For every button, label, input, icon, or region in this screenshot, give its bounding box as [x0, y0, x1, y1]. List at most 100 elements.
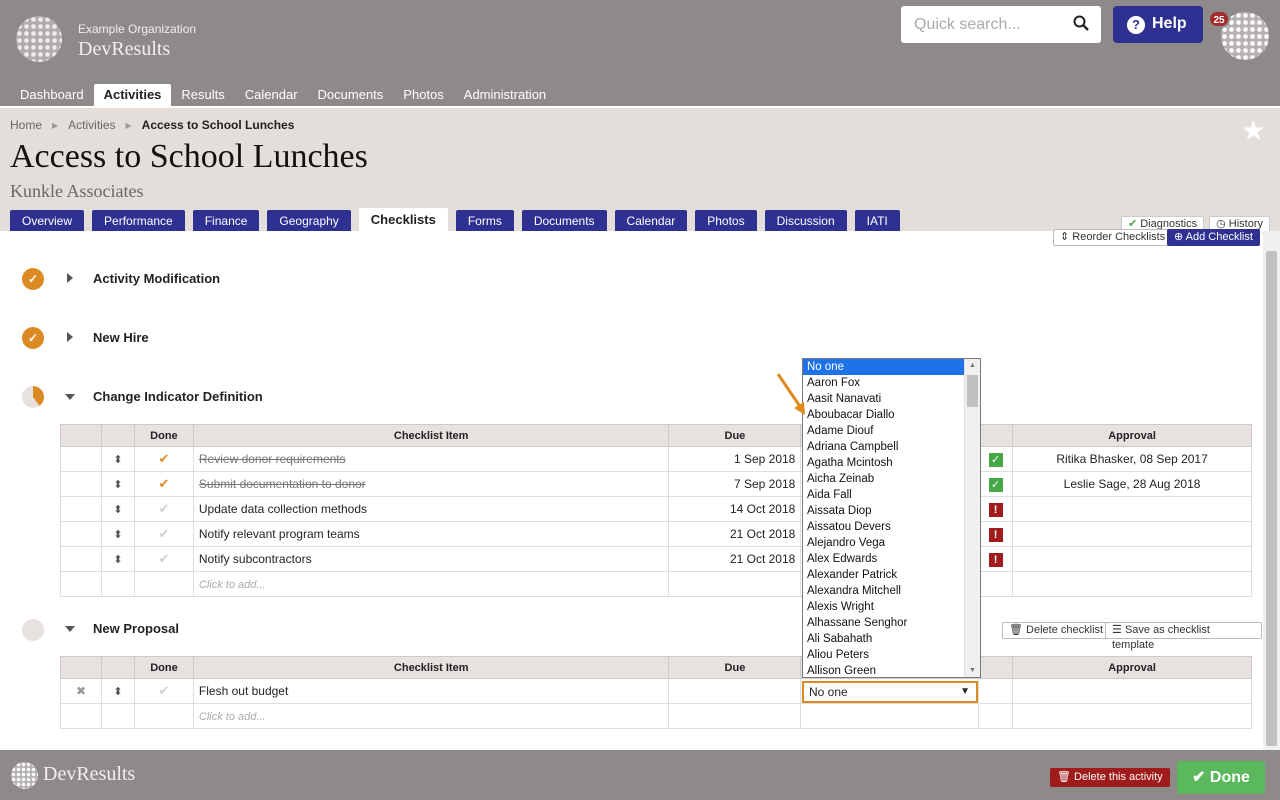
checklist-title[interactable]: New Hire: [93, 330, 149, 345]
checklist-title[interactable]: New Proposal: [93, 621, 179, 636]
tab-calendar[interactable]: Calendar: [614, 210, 688, 233]
not-done-check-icon[interactable]: ✔: [158, 501, 169, 516]
tab-documents[interactable]: Documents: [521, 210, 607, 233]
option-aissata-diop[interactable]: Aissata Diop: [803, 503, 965, 519]
scroll-up-icon[interactable]: ▲: [969, 362, 976, 369]
favorite-star-icon[interactable]: ★: [1241, 114, 1266, 147]
add-checklist-button[interactable]: ⊕ Add Checklist: [1167, 229, 1260, 246]
nav-photos[interactable]: Photos: [393, 84, 453, 106]
drag-handle-icon[interactable]: ⬍: [113, 504, 122, 516]
scroll-down-icon[interactable]: ▼: [969, 667, 976, 674]
breadcrumb-activities[interactable]: Activities: [68, 118, 115, 132]
assignee-dropdown-list[interactable]: No one Aaron Fox Aasit Nanavati Aboubaca…: [802, 358, 981, 678]
tab-performance[interactable]: Performance: [92, 210, 185, 233]
nav-dashboard[interactable]: Dashboard: [10, 84, 94, 106]
item-text[interactable]: Notify relevant program teams: [192, 521, 670, 547]
due-date[interactable]: 21 Oct 2018: [668, 546, 802, 572]
option-ali-sabahath[interactable]: Ali Sabahath: [803, 631, 965, 647]
expand-caret-icon[interactable]: [67, 273, 73, 283]
assignee-select[interactable]: No one ▼: [802, 681, 978, 703]
tab-iati[interactable]: IATI: [854, 210, 900, 233]
tab-discussion[interactable]: Discussion: [764, 210, 847, 233]
drag-handle-icon[interactable]: ⬍: [113, 454, 122, 466]
option-alex-edwards[interactable]: Alex Edwards: [803, 551, 965, 567]
option-alexandra-mitchell[interactable]: Alexandra Mitchell: [803, 583, 965, 599]
not-done-check-icon[interactable]: ✔: [158, 683, 169, 698]
option-aissatou-devers[interactable]: Aissatou Devers: [803, 519, 965, 535]
option-aaron-fox[interactable]: Aaron Fox: [803, 375, 965, 391]
checklist-title[interactable]: Activity Modification: [93, 271, 220, 286]
option-alhassane-senghor[interactable]: Alhassane Senghor: [803, 615, 965, 631]
delete-activity-button[interactable]: 🗑 Delete this activity: [1050, 768, 1170, 787]
option-alexander-patrick[interactable]: Alexander Patrick: [803, 567, 965, 583]
option-alejandro-vega[interactable]: Alejandro Vega: [803, 535, 965, 551]
item-text[interactable]: Flesh out budget: [192, 678, 670, 704]
done-button[interactable]: ✔ Done: [1177, 761, 1265, 794]
search-input[interactable]: Quick search...: [914, 16, 1021, 34]
nav-calendar[interactable]: Calendar: [235, 84, 308, 106]
collapse-caret-icon[interactable]: [65, 626, 75, 632]
tab-photos[interactable]: Photos: [695, 210, 757, 233]
item-text[interactable]: Update data collection methods: [192, 496, 670, 522]
not-done-check-icon[interactable]: ✔: [158, 526, 169, 541]
not-done-check-icon[interactable]: ✔: [158, 551, 169, 566]
item-text[interactable]: Notify subcontractors: [192, 546, 670, 572]
drag-handle-icon[interactable]: ⬍: [113, 529, 122, 541]
option-aicha-zeinab[interactable]: Aicha Zeinab: [803, 471, 965, 487]
tab-finance[interactable]: Finance: [192, 210, 260, 233]
option-adame-diouf[interactable]: Adame Diouf: [803, 423, 965, 439]
drag-handle-icon[interactable]: ⬍: [113, 686, 122, 698]
remove-icon[interactable]: ✖: [76, 684, 86, 698]
search-icon[interactable]: [1073, 15, 1089, 31]
notification-badge[interactable]: 25: [1208, 10, 1230, 28]
option-aasit-nanavati[interactable]: Aasit Nanavati: [803, 391, 965, 407]
collapse-caret-icon[interactable]: [65, 394, 75, 400]
option-aboubacar-diallo[interactable]: Aboubacar Diallo: [803, 407, 965, 423]
checklist-title[interactable]: Change Indicator Definition: [93, 389, 263, 404]
nav-administration[interactable]: Administration: [454, 84, 556, 106]
save-template-button[interactable]: ☰ Save as checklist template: [1105, 622, 1262, 651]
done-check-icon[interactable]: ✔: [158, 476, 169, 491]
option-aida-fall[interactable]: Aida Fall: [803, 487, 965, 503]
delete-checklist-button[interactable]: 🗑 Delete checklist: [1002, 622, 1111, 639]
page-scrollbar[interactable]: [1263, 231, 1280, 750]
col-done: Done: [133, 656, 194, 679]
drag-handle-icon[interactable]: ⬍: [113, 554, 122, 566]
due-date[interactable]: 21 Oct 2018: [668, 521, 802, 547]
due-date[interactable]: [668, 678, 802, 704]
done-check-icon[interactable]: ✔: [158, 451, 169, 466]
breadcrumb-home[interactable]: Home: [10, 118, 42, 132]
due-date[interactable]: 14 Oct 2018: [668, 496, 802, 522]
item-text[interactable]: Submit documentation to donor: [199, 477, 366, 491]
tab-geography[interactable]: Geography: [267, 210, 351, 233]
option-no-one[interactable]: No one: [803, 359, 965, 375]
help-button[interactable]: ? Help: [1113, 6, 1203, 43]
option-adriana-campbell[interactable]: Adriana Campbell: [803, 439, 965, 455]
option-aliou-peters[interactable]: Aliou Peters: [803, 647, 965, 663]
tab-checklists[interactable]: Checklists: [358, 208, 448, 233]
add-item-input[interactable]: Click to add...: [199, 711, 266, 723]
nav-documents[interactable]: Documents: [308, 84, 394, 106]
dropdown-scroll-thumb[interactable]: [967, 375, 978, 407]
item-text[interactable]: Review donor requirements: [199, 452, 346, 466]
reorder-checklists-button[interactable]: ⇕ Reorder Checklists: [1053, 229, 1173, 246]
overdue-warning-icon: !: [988, 527, 1003, 542]
due-date[interactable]: 7 Sep 2018: [668, 471, 802, 497]
option-alexis-wright[interactable]: Alexis Wright: [803, 599, 965, 615]
add-item-input[interactable]: Click to add...: [199, 579, 266, 591]
quick-search[interactable]: Quick search...: [901, 6, 1101, 43]
drag-handle-icon[interactable]: ⬍: [113, 479, 122, 491]
expand-caret-icon[interactable]: [67, 332, 73, 342]
option-agatha-mcintosh[interactable]: Agatha Mcintosh: [803, 455, 965, 471]
dropdown-scrollbar[interactable]: ▲ ▼: [964, 359, 980, 677]
save-template-label: Save as checklist template: [1112, 624, 1210, 651]
nav-activities[interactable]: Activities: [93, 84, 172, 106]
logo-icon[interactable]: [16, 16, 62, 62]
tab-forms[interactable]: Forms: [455, 210, 514, 233]
tab-overview[interactable]: Overview: [10, 210, 85, 233]
approved-icon: ✓: [988, 477, 1003, 492]
nav-results[interactable]: Results: [171, 84, 234, 106]
option-allison-green[interactable]: Allison Green: [803, 663, 965, 677]
scrollbar-thumb[interactable]: [1266, 251, 1277, 746]
due-date[interactable]: 1 Sep 2018: [668, 446, 802, 472]
